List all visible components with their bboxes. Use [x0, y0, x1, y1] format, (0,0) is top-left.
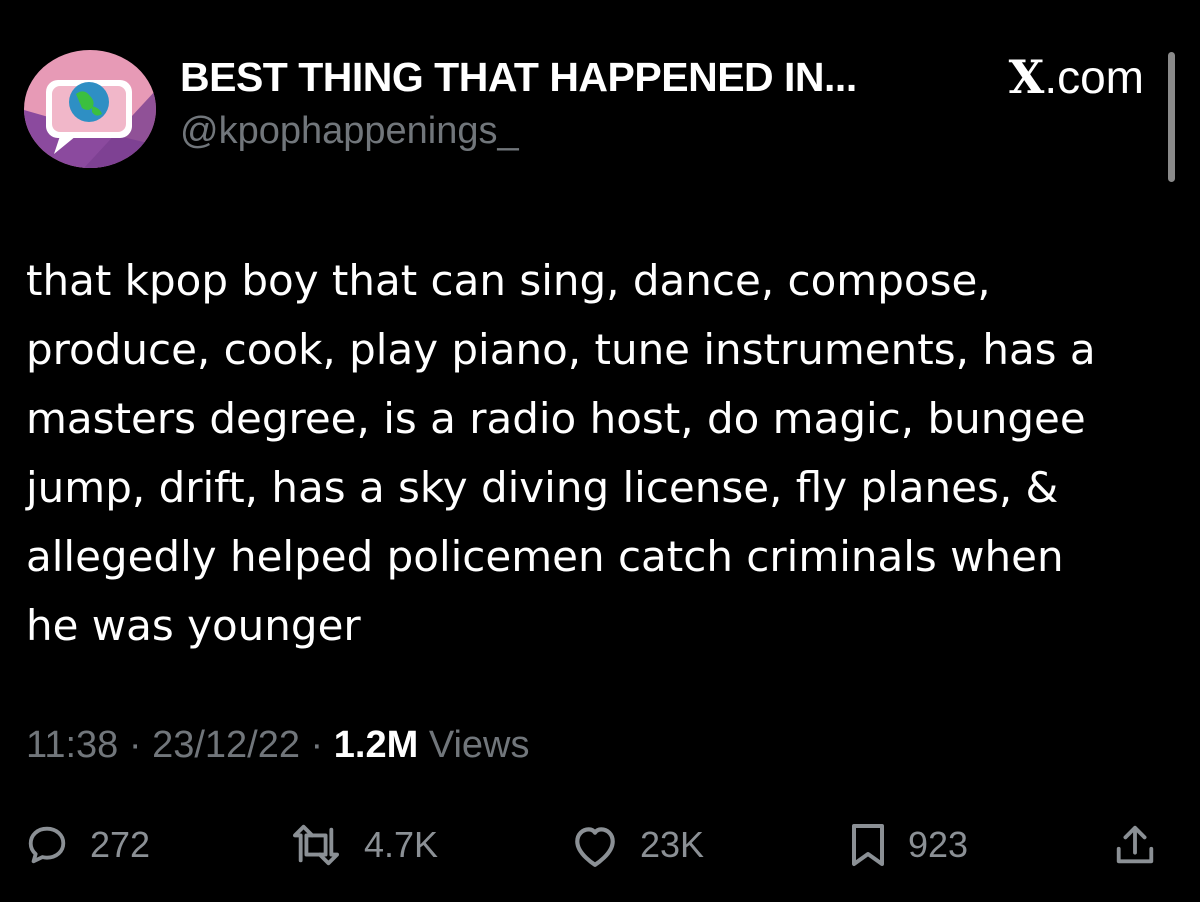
source-label: X.com: [1009, 50, 1144, 104]
source-domain: .com: [1044, 51, 1144, 103]
views-label[interactable]: Views: [429, 724, 530, 766]
action-bar: 272 4.7K 23K 923: [0, 810, 1200, 880]
like-button[interactable]: 23K: [570, 810, 704, 880]
share-button[interactable]: [1112, 810, 1158, 880]
repost-button[interactable]: 4.7K: [288, 810, 438, 880]
like-count: 23K: [640, 824, 705, 865]
scrollbar[interactable]: [1168, 52, 1175, 182]
like-icon: [570, 822, 620, 868]
tweet-meta: 11:38 · 23/12/22 · 1.2M Views: [26, 724, 530, 767]
user-handle[interactable]: @kpophappenings_: [180, 110, 519, 153]
meta-separator: ·: [128, 724, 142, 766]
bookmark-count: 923: [908, 824, 969, 865]
display-name[interactable]: BEST THING THAT HAPPENED IN...: [180, 54, 857, 101]
reply-icon: [24, 822, 70, 868]
x-logo-letter: X: [1008, 50, 1045, 104]
avatar-image: [24, 50, 156, 168]
tweet-header: BEST THING THAT HAPPENED IN... @kpophapp…: [24, 50, 1154, 170]
reply-count: 272: [90, 824, 151, 865]
reply-button[interactable]: 272: [24, 810, 150, 880]
repost-icon: [288, 822, 344, 868]
meta-separator: ·: [310, 724, 324, 766]
bookmark-icon: [848, 821, 888, 869]
views-count[interactable]: 1.2M: [334, 724, 418, 766]
tweet-date[interactable]: 23/12/22: [152, 724, 300, 766]
tweet-time[interactable]: 11:38: [26, 724, 118, 766]
avatar[interactable]: [24, 50, 156, 168]
bookmark-button[interactable]: 923: [848, 810, 968, 880]
share-icon: [1112, 821, 1158, 869]
tweet-text: that kpop boy that can sing, dance, comp…: [26, 256, 1096, 650]
tweet-card: BEST THING THAT HAPPENED IN... @kpophapp…: [0, 0, 1200, 902]
repost-count: 4.7K: [364, 824, 439, 865]
